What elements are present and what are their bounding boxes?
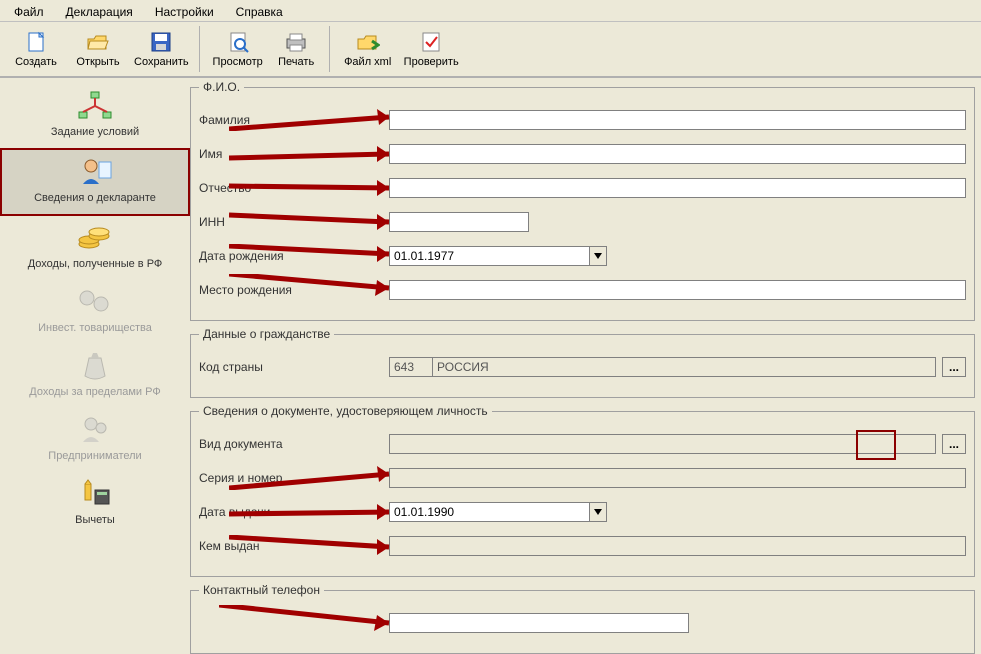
sidebar-label: Инвест. товарищества [38,322,152,334]
menu-help[interactable]: Справка [230,3,289,18]
coins-icon [75,222,115,254]
create-button[interactable]: Создать [6,26,66,72]
dob-input[interactable] [389,246,589,266]
dob-dropdown-button[interactable] [589,246,607,266]
menu-declaration[interactable]: Декларация [60,3,139,18]
save-button[interactable]: Сохранить [130,26,200,72]
label-surname: Фамилия [199,113,379,127]
open-button[interactable]: Открыть [68,26,128,72]
new-file-icon [24,30,48,54]
menu-file[interactable]: Файл [8,3,50,18]
legend-fio: Ф.И.О. [199,80,244,94]
legend-citizen: Данные о гражданстве [199,327,334,341]
sidebar-item-income-abroad[interactable]: Доходы за пределами РФ [0,344,190,408]
patronymic-input[interactable] [389,178,966,198]
surname-input[interactable] [389,110,966,130]
sidebar-item-declarant[interactable]: Сведения о декларанте [0,148,190,216]
invest-icon [75,286,115,318]
inn-input[interactable] [389,212,529,232]
money-bag-icon [75,350,115,382]
label-inn: ИНН [199,215,379,229]
preview-icon [226,30,250,54]
label-doc-series: Серия и номер [199,471,379,485]
conditions-icon [75,90,115,122]
chevron-down-icon [594,253,602,259]
fieldset-document: Сведения о документе, удостоверяющем лич… [190,404,975,577]
pob-input[interactable] [389,280,966,300]
doc-type-input [389,434,936,454]
sidebar-label: Доходы, полученные в РФ [28,258,163,270]
toolbar: Создать Открыть Сохранить Просмотр Печат… [0,22,981,78]
sidebar-item-entrepreneurs[interactable]: Предприниматели [0,408,190,472]
country-browse-button[interactable]: ... [942,357,966,377]
menu-bar: Файл Декларация Настройки Справка [0,0,981,22]
label-doc-issuer: Кем выдан [199,539,379,553]
name-input[interactable] [389,144,966,164]
save-icon [149,30,173,54]
country-name-input [433,357,936,377]
preview-button[interactable]: Просмотр [208,26,268,72]
arrow-icon [219,605,409,631]
entrepreneur-icon [75,414,115,446]
sidebar-item-deductions[interactable]: Вычеты [0,472,190,536]
doc-type-browse-button[interactable]: ... [942,434,966,454]
label-pob: Место рождения [199,283,379,297]
sidebar: Задание условий Сведения о декларанте До… [0,78,190,646]
sidebar-label: Задание условий [51,126,139,138]
doc-series-input[interactable] [389,468,966,488]
sidebar-label: Сведения о декларанте [34,192,156,204]
chevron-down-icon [594,509,602,515]
label-dob: Дата рождения [199,249,379,263]
xml-button[interactable]: Файл xml [338,26,398,72]
label-doc-date: Дата выдачи [199,505,379,519]
sidebar-label: Доходы за пределами РФ [29,386,160,398]
doc-issuer-input[interactable] [389,536,966,556]
sidebar-item-conditions[interactable]: Задание условий [0,84,190,148]
label-patronymic: Отчество [199,181,379,195]
fieldset-phone: Контактный телефон [190,583,975,654]
phone-input[interactable] [389,613,689,633]
sidebar-label: Предприниматели [48,450,141,462]
doc-date-input[interactable] [389,502,589,522]
check-icon [419,30,443,54]
label-doc-type: Вид документа [199,437,379,451]
print-button[interactable]: Печать [270,26,330,72]
legend-document: Сведения о документе, удостоверяющем лич… [199,404,492,418]
xml-file-icon [356,30,380,54]
folder-open-icon [86,30,110,54]
sidebar-item-invest[interactable]: Инвест. товарищества [0,280,190,344]
declarant-icon [75,156,115,188]
legend-phone: Контактный телефон [199,583,324,597]
form-area: Ф.И.О. Фамилия Имя Отчество ИНН [190,78,981,646]
fieldset-citizen: Данные о гражданстве Код страны ... [190,327,975,398]
deductions-icon [75,478,115,510]
doc-date-dropdown-button[interactable] [589,502,607,522]
country-code-input [389,357,433,377]
menu-settings[interactable]: Настройки [149,3,220,18]
label-country-code: Код страны [199,360,379,374]
label-name: Имя [199,147,379,161]
check-button[interactable]: Проверить [400,26,463,72]
fieldset-fio: Ф.И.О. Фамилия Имя Отчество ИНН [190,80,975,321]
sidebar-label: Вычеты [75,514,115,526]
sidebar-item-income-rf[interactable]: Доходы, полученные в РФ [0,216,190,280]
print-icon [284,30,308,54]
